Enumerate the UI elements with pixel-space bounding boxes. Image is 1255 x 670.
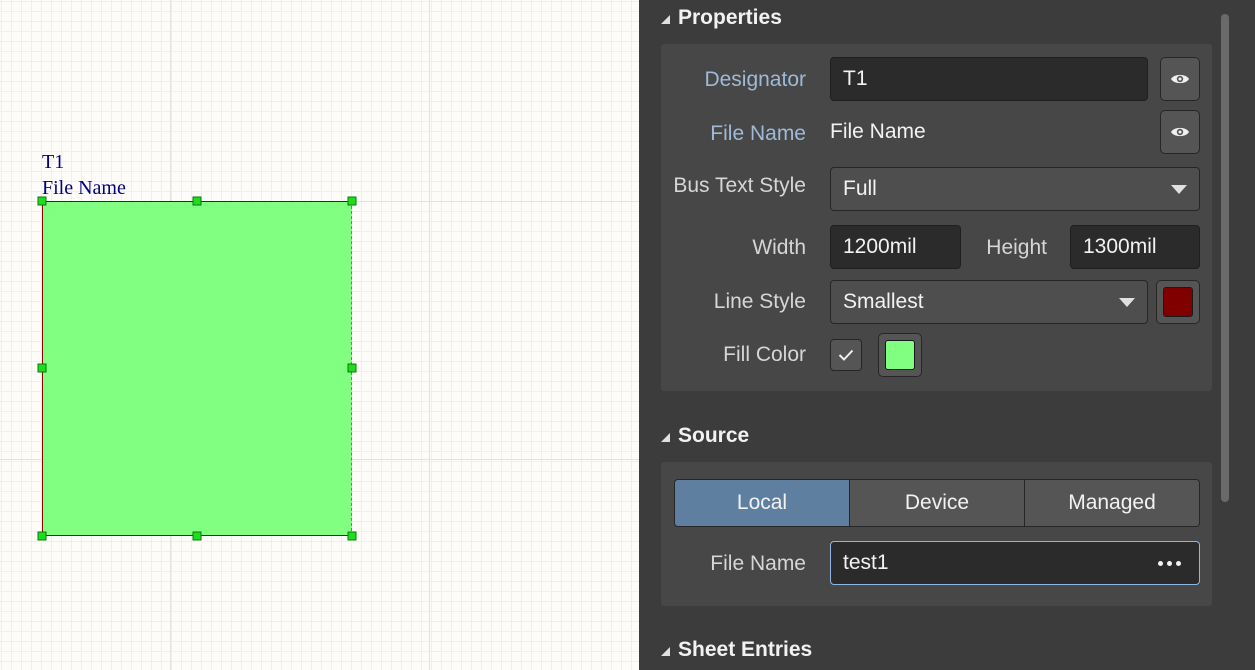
resize-handle-top[interactable] [192,196,202,206]
properties-section-title: Properties [678,6,782,29]
line-style-dropdown[interactable]: Smallest [830,280,1148,324]
resize-handle-left[interactable] [37,363,47,373]
file-name-value: File Name [830,120,926,143]
bus-text-style-label: Bus Text Style [673,174,806,197]
designator-label: Designator [704,68,806,91]
source-section-title: Source [678,424,750,447]
fill-color-swatch [885,340,915,370]
bus-text-style-value: Full [843,177,877,200]
designator-visibility-button[interactable] [1160,57,1200,101]
resize-handle-bottom[interactable] [192,531,202,541]
source-section-header[interactable]: Source [661,424,749,448]
resize-handle-top-left[interactable] [37,196,47,206]
file-name-visibility-button[interactable] [1160,110,1200,154]
sheet-filename-label[interactable]: File Name [42,177,126,199]
eye-icon [1171,74,1189,84]
schematic-canvas[interactable]: T1 File Name [0,0,639,670]
line-color-button[interactable] [1156,280,1200,324]
fill-color-checkbox[interactable] [830,339,862,371]
designator-field[interactable]: T1 [830,57,1148,101]
source-file-name-field[interactable]: test1 [830,541,1200,585]
file-name-label: File Name [710,122,806,145]
bus-text-style-dropdown[interactable]: Full [830,167,1200,211]
chevron-down-icon [1171,185,1187,194]
grid-line [429,0,430,670]
collapse-triangle-icon [661,646,670,656]
tab-managed[interactable]: Managed [1025,480,1199,526]
eye-icon [1171,127,1189,137]
source-type-selector: Local Device Managed [674,479,1200,527]
sheet-designator-label[interactable]: T1 [42,151,64,173]
collapse-triangle-icon [661,432,670,442]
line-color-swatch [1163,287,1193,317]
height-label: Height [986,236,1047,259]
tab-local[interactable]: Local [675,480,850,526]
resize-handle-bottom-right[interactable] [347,531,357,541]
collapse-triangle-icon [661,14,670,24]
checkmark-icon [838,349,854,361]
panel-scrollbar[interactable] [1221,14,1229,502]
tab-device[interactable]: Device [850,480,1025,526]
resize-handle-right[interactable] [347,363,357,373]
fill-color-label: Fill Color [723,343,806,366]
width-label: Width [752,236,806,259]
chevron-down-icon [1119,298,1135,307]
resize-handle-bottom-left[interactable] [37,531,47,541]
source-file-name-value: test1 [843,551,889,574]
line-style-value: Smallest [843,290,924,313]
properties-section-header[interactable]: Properties [661,6,782,30]
more-options-icon[interactable] [1158,561,1181,566]
height-field[interactable]: 1300mil [1070,225,1200,269]
resize-handle-top-right[interactable] [347,196,357,206]
width-field[interactable]: 1200mil [830,225,961,269]
sheet-symbol[interactable] [42,201,352,536]
line-style-label: Line Style [713,290,806,313]
fill-color-button[interactable] [878,333,922,377]
properties-panel: Properties Designator T1 File Name File … [639,0,1255,670]
sheet-entries-section-header[interactable]: Sheet Entries [661,638,812,662]
source-file-name-label: File Name [710,552,806,575]
sheet-entries-section-title: Sheet Entries [678,638,813,661]
